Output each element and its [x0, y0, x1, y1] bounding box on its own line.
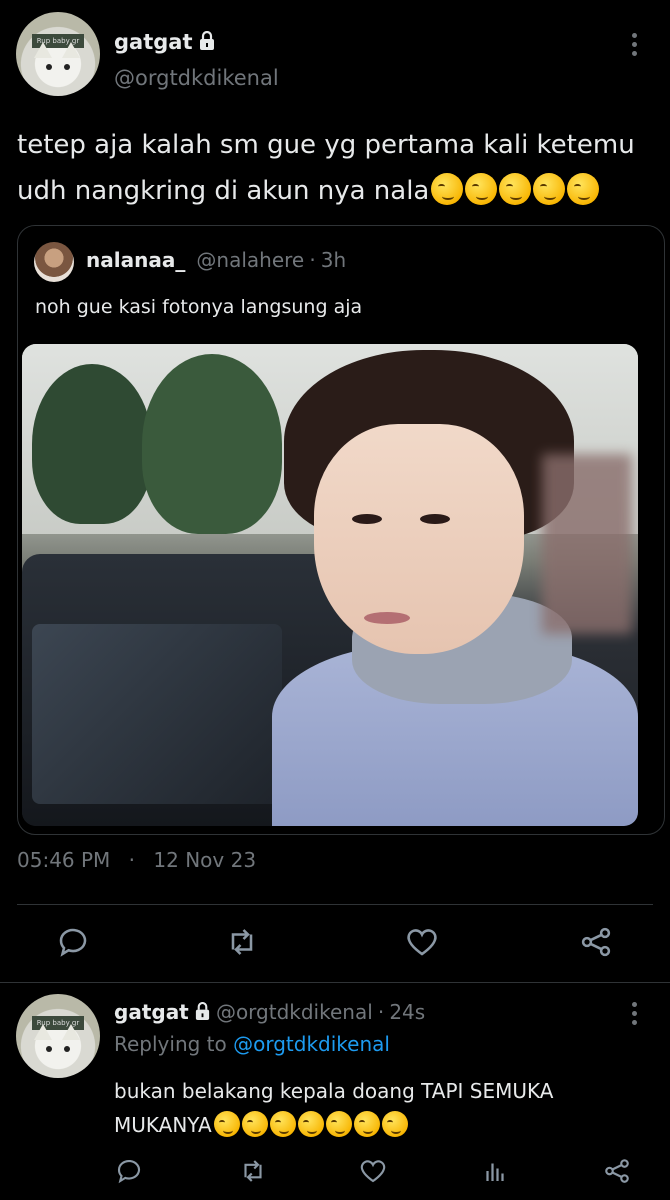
avatar-eye-right [64, 64, 70, 70]
author-display-name[interactable]: gatgat [114, 30, 192, 54]
author-name-row[interactable]: gatgat [114, 30, 216, 55]
more-vertical-icon[interactable] [632, 1002, 638, 1029]
quoted-age: 3h [320, 248, 347, 272]
tweet-timestamp[interactable]: 05:46 PM · 12 Nov 23 [17, 848, 256, 872]
reply-header[interactable]: gatgat @orgtdkdikenal · 24s [114, 1000, 425, 1025]
author-handle[interactable]: @orgtdkdikenal [114, 66, 279, 90]
smirk-emoji [465, 173, 498, 205]
photo-eye [420, 514, 450, 524]
photo-tree [32, 364, 152, 524]
reply-author-avatar[interactable]: Rup baby gr [16, 994, 100, 1078]
quoted-author-avatar[interactable] [34, 242, 74, 282]
avatar-eye-left [46, 64, 52, 70]
divider [17, 904, 653, 905]
retweet-icon[interactable] [224, 924, 260, 960]
avatar-ear-left [34, 42, 52, 58]
timestamp-separator: · [128, 848, 136, 872]
avatar-eye-left [46, 1046, 52, 1052]
reply-icon[interactable] [114, 1156, 144, 1186]
avatar-ear-right [62, 1024, 80, 1040]
reply-handle[interactable]: @orgtdkdikenal [216, 1000, 373, 1024]
heart-icon[interactable] [404, 924, 440, 960]
analytics-icon[interactable] [480, 1156, 510, 1186]
smirk-emoji [533, 173, 566, 205]
avatar-eye-right [64, 1046, 70, 1052]
photo-eye [352, 514, 382, 524]
smirk-emoji [499, 173, 532, 205]
reply-age: 24s [389, 1000, 426, 1024]
quoted-photo[interactable] [22, 344, 638, 826]
replying-label: Replying to [114, 1032, 227, 1056]
author-avatar[interactable]: Rup baby gr [16, 12, 100, 96]
reply-display-name[interactable]: gatgat [114, 1000, 189, 1024]
quoted-separator: · [309, 248, 316, 272]
tweet-text: tetep aja kalah sm gue yg pertama kali k… [17, 122, 657, 214]
smirk-emoji [353, 1111, 380, 1137]
smirk-emoji [297, 1111, 324, 1137]
replying-handle-link[interactable]: @orgtdkdikenal [233, 1032, 390, 1056]
avatar-ear-left [34, 1024, 52, 1040]
quoted-text: noh gue kasi fotonya langsung aja [35, 296, 363, 318]
photo-lips [364, 612, 410, 624]
reply-icon[interactable] [55, 924, 91, 960]
smirk-emoji [431, 173, 464, 205]
more-vertical-icon[interactable] [632, 33, 638, 60]
retweet-icon[interactable] [238, 1156, 268, 1186]
tweet-time: 05:46 PM [17, 848, 111, 872]
quoted-tweet[interactable]: nalanaa_ @nalahere · 3h noh gue kasi fot… [17, 225, 665, 835]
avatar-ear-right [62, 42, 80, 58]
smirk-emoji [567, 173, 600, 205]
smirk-emoji [241, 1111, 268, 1137]
tweet-date: 12 Nov 23 [153, 848, 257, 872]
lock-icon [198, 30, 216, 55]
replying-to: Replying to @orgtdkdikenal [114, 1032, 390, 1056]
reply-separator: · [377, 1000, 385, 1024]
quoted-header: nalanaa_ @nalahere · 3h [86, 248, 346, 272]
section-divider [0, 982, 670, 983]
lock-icon [194, 1001, 211, 1025]
photo-blur [542, 454, 632, 634]
heart-icon[interactable] [358, 1156, 388, 1186]
quoted-handle: @nalahere [196, 248, 305, 272]
smirk-emoji [325, 1111, 352, 1137]
share-icon[interactable] [578, 924, 614, 960]
reply-text: bukan belakang kepala doang TAPI SEMUKA … [114, 1074, 634, 1142]
share-icon[interactable] [602, 1156, 632, 1186]
smirk-emoji [381, 1111, 408, 1137]
quoted-display-name: nalanaa_ [86, 248, 186, 272]
smirk-emoji [269, 1111, 296, 1137]
photo-tree [142, 354, 282, 534]
photo-face [314, 424, 524, 654]
smirk-emoji [213, 1111, 240, 1137]
photo-car-window [32, 624, 282, 804]
